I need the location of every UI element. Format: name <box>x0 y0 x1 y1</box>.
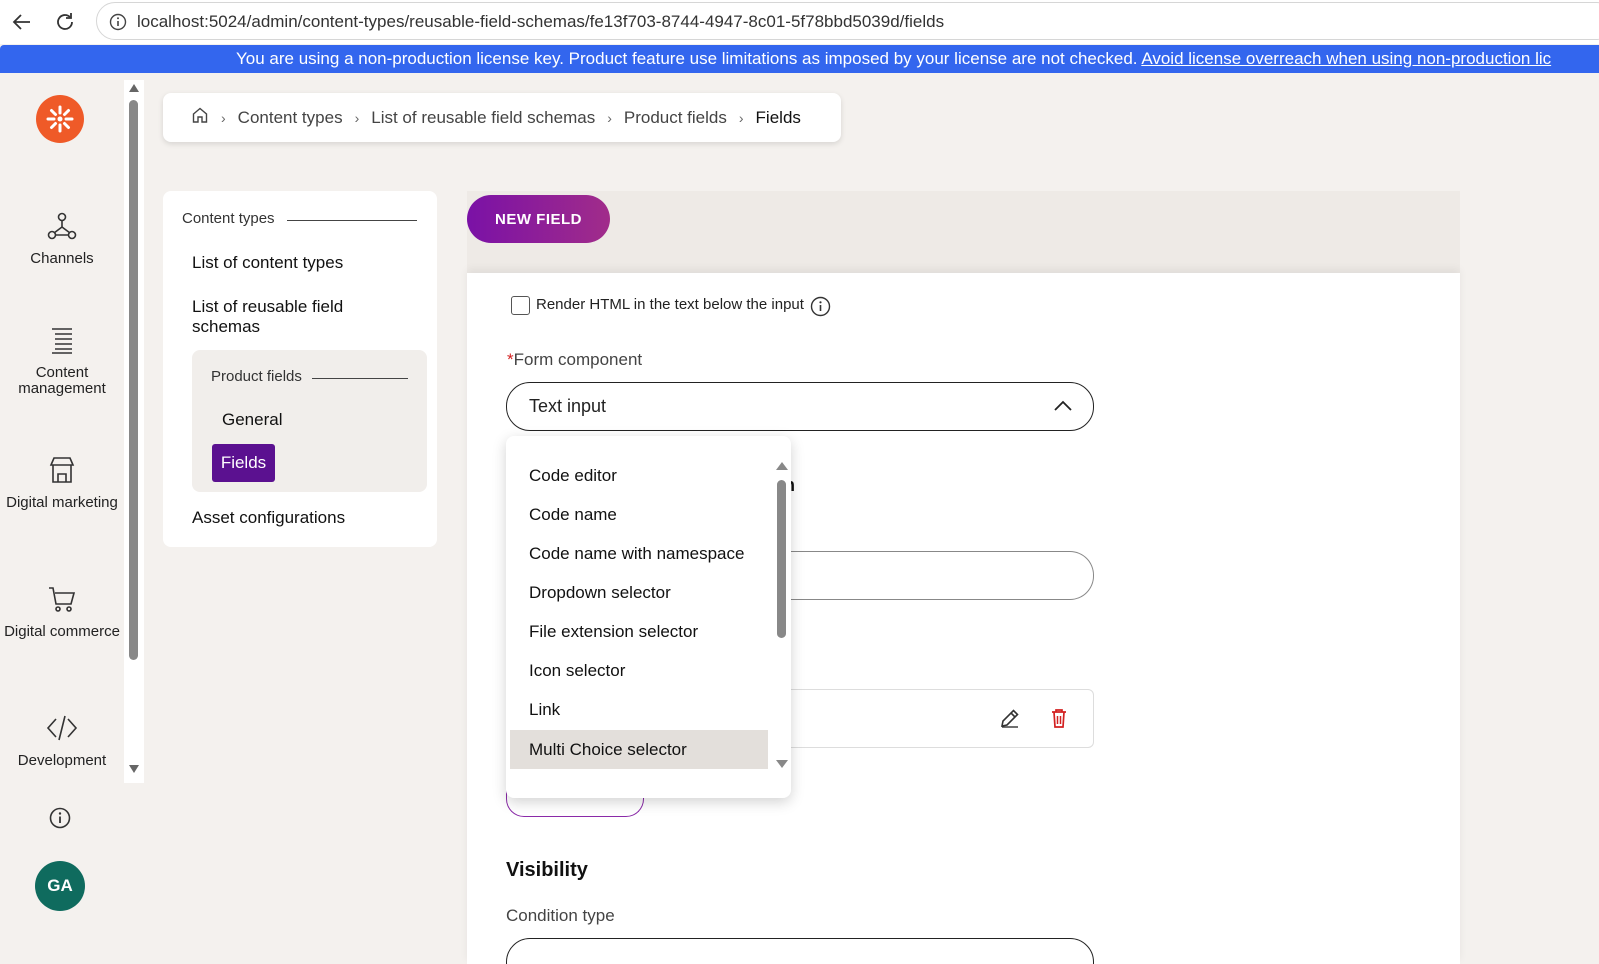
dropdown-scrollbar-thumb[interactable] <box>777 480 786 638</box>
render-html-label: Render HTML in the text below the input <box>536 296 804 313</box>
option-icon-selector[interactable]: Icon selector <box>510 651 768 690</box>
url-text: localhost:5024/admin/content-types/reusa… <box>137 12 945 31</box>
sidebar-item-digital-marketing[interactable]: Digital marketing <box>0 453 124 511</box>
breadcrumb: › Content types › List of reusable field… <box>163 93 841 142</box>
chevron-right-icon: › <box>738 109 744 126</box>
option-code-name-with-namespace[interactable]: Code name with namespace <box>510 534 768 573</box>
render-html-checkbox[interactable] <box>511 296 530 315</box>
new-field-button[interactable]: NEW FIELD <box>467 195 610 243</box>
product-fields-subnav: Product fields General Fields <box>192 350 427 492</box>
form-component-label-text: Form component <box>513 350 643 369</box>
option-code-name[interactable]: Code name <box>510 495 768 534</box>
nav-link-content-types[interactable]: List of content types <box>192 253 343 273</box>
subnav-heading: Product fields <box>211 368 302 385</box>
sidebar-item-channels[interactable]: Channels <box>0 209 124 267</box>
browser-toolbar: localhost:5024/admin/content-types/reusa… <box>0 0 1599 44</box>
sidebar-item-label: Digital marketing <box>6 494 118 511</box>
sidebar-item-development[interactable]: Development <box>0 711 124 769</box>
license-text: You are using a non-production license k… <box>236 49 1142 68</box>
field-list-header <box>467 191 1460 273</box>
subnav-item-general[interactable]: General <box>222 410 282 430</box>
option-link[interactable]: Link <box>510 690 768 729</box>
scroll-down-arrow-icon[interactable] <box>776 760 788 768</box>
section-heading: Content types <box>182 210 275 227</box>
digital-marketing-icon <box>49 457 75 483</box>
nav-link-reusable-field-schemas[interactable]: List of reusable field schemas <box>192 297 392 337</box>
text-input[interactable] <box>760 551 1094 600</box>
scroll-up-arrow-icon[interactable] <box>129 84 139 92</box>
form-component-select[interactable]: Text input <box>506 382 1094 431</box>
required-mark: * <box>507 350 514 369</box>
breadcrumb-item[interactable]: List of reusable field schemas <box>371 108 595 128</box>
code-icon <box>46 715 78 741</box>
delete-icon[interactable] <box>1047 706 1071 730</box>
edit-icon[interactable] <box>998 706 1022 730</box>
list-item <box>760 689 1094 748</box>
info-icon[interactable] <box>810 296 831 317</box>
license-link[interactable]: Avoid license overreach when using non-p… <box>1141 49 1551 68</box>
license-banner: You are using a non-production license k… <box>0 45 1599 73</box>
back-arrow-icon[interactable] <box>8 8 36 36</box>
form-component-label: *Form component <box>507 350 642 370</box>
main-sidebar: Channels Content management Digital mark… <box>0 73 124 964</box>
address-bar[interactable]: localhost:5024/admin/content-types/reusa… <box>96 2 1599 40</box>
form-component-value: Text input <box>529 396 607 416</box>
sidebar-item-label: Content management <box>18 364 106 397</box>
nav-link-asset-configurations[interactable]: Asset configurations <box>192 508 345 528</box>
divider <box>287 220 417 221</box>
kentico-logo[interactable] <box>36 95 84 143</box>
condition-type-label: Condition type <box>506 906 615 925</box>
channels-icon <box>47 212 77 240</box>
form-component-options: Code editor Code name Code name with nam… <box>506 436 791 798</box>
divider <box>312 378 408 379</box>
visibility-heading: Visibility <box>506 859 588 881</box>
content-management-icon <box>52 328 72 354</box>
condition-type-select[interactable] <box>506 938 1094 964</box>
scroll-down-arrow-icon[interactable] <box>129 765 139 773</box>
chevron-right-icon: › <box>221 109 226 126</box>
sidebar-item-content-management[interactable]: Content management <box>0 323 124 397</box>
sidebar-item-label: Digital commerce <box>4 623 120 640</box>
site-info-icon[interactable] <box>109 13 127 36</box>
reload-icon[interactable] <box>51 8 79 36</box>
info-icon[interactable] <box>48 806 72 830</box>
sidebar-item-label: Development <box>17 752 107 769</box>
breadcrumb-item[interactable]: Product fields <box>624 108 727 128</box>
scroll-up-arrow-icon[interactable] <box>776 462 788 470</box>
option-multi-choice-selector[interactable]: Multi Choice selector <box>510 730 768 769</box>
option-code-editor[interactable]: Code editor <box>510 456 768 495</box>
sidebar-item-digital-commerce[interactable]: Digital commerce <box>0 582 124 640</box>
home-icon[interactable] <box>191 106 209 129</box>
breadcrumb-item[interactable]: Content types <box>238 108 343 128</box>
sidebar-scrollbar-thumb[interactable] <box>129 100 138 660</box>
subnav-item-fields[interactable]: Fields <box>212 444 275 482</box>
chevron-right-icon: › <box>607 109 612 126</box>
content-type-navigation: Content types List of content types List… <box>163 191 437 547</box>
avatar[interactable]: GA <box>35 861 85 911</box>
option-dropdown-selector[interactable]: Dropdown selector <box>510 573 768 612</box>
option-file-extension-selector[interactable]: File extension selector <box>510 612 768 651</box>
cart-icon <box>49 587 76 612</box>
chevron-up-icon <box>1053 399 1073 418</box>
chevron-right-icon: › <box>354 109 360 126</box>
breadcrumb-current: Fields <box>755 107 801 127</box>
sidebar-item-label: Channels <box>30 250 94 267</box>
